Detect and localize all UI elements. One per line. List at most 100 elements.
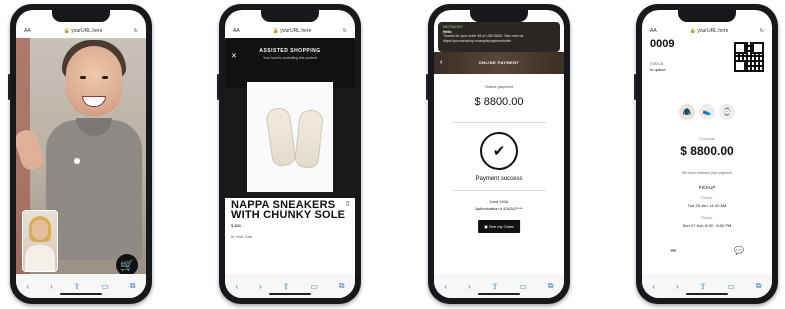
bookmarks-icon[interactable]: ▭ bbox=[101, 282, 109, 291]
bag-icon[interactable]: ▯ bbox=[346, 200, 349, 207]
phone-online-payment: MESSAGES Hello Thanks for your order #9 … bbox=[426, 4, 570, 304]
see-my-order-button[interactable]: ▣ See my Order bbox=[478, 220, 520, 233]
host-shirt bbox=[46, 120, 142, 260]
tabs-icon[interactable]: ⧉ bbox=[339, 281, 345, 291]
notch bbox=[261, 10, 319, 22]
product-price: $ 880 bbox=[231, 223, 242, 228]
phone-assisted-shopping: AA 🔒 yourURL.here ↻ ✕ ASSISTED SHOPPING … bbox=[217, 4, 361, 304]
status-value: In queue bbox=[650, 67, 666, 72]
self-face bbox=[32, 220, 48, 240]
forward-icon[interactable]: › bbox=[259, 282, 262, 291]
bookmarks-icon[interactable]: ▭ bbox=[519, 282, 527, 291]
pickup-tag: PICKUP bbox=[698, 185, 716, 190]
product-thumbnails: 🧥 👟 ⌚ bbox=[642, 104, 772, 120]
order-actions: ➦ 💬 bbox=[670, 246, 744, 255]
product-thumb[interactable]: 👟 bbox=[699, 104, 715, 120]
card-type: Card VISA bbox=[489, 199, 509, 204]
address-bar[interactable]: AA 🔒 yourURL.here ↻ bbox=[225, 24, 355, 38]
pointer-dot bbox=[74, 158, 80, 164]
home-indicator bbox=[269, 293, 311, 295]
notch bbox=[678, 10, 736, 22]
order-date: Tue 25 Jun, 11:52 AM bbox=[687, 203, 727, 208]
text-size-button[interactable]: AA bbox=[233, 28, 247, 34]
address-bar[interactable]: AA 🔒 yourURL.here ↻ bbox=[642, 24, 772, 38]
reload-icon[interactable]: ↻ bbox=[128, 28, 138, 34]
payment-amount: $ 8800.00 bbox=[474, 96, 524, 108]
payment-success-text: Payment success bbox=[475, 176, 523, 182]
phone-order-status: AA 🔒 yourURL.here ↻ 0009 STATUS In queue… bbox=[634, 4, 778, 304]
qr-code bbox=[734, 42, 764, 72]
screen: AA 🔒 yourURL.here ↻ ✕ ASSISTED SHOPPING … bbox=[225, 10, 355, 298]
payment-note: We have received your payment bbox=[681, 171, 733, 175]
share-icon[interactable]: ⇪ bbox=[700, 282, 707, 291]
url-text[interactable]: 🔒 yourURL.here bbox=[38, 28, 128, 34]
share-icon[interactable]: ⇪ bbox=[492, 282, 499, 291]
qr-corner bbox=[734, 60, 746, 72]
screen: AA 🔒 yourURL.here ↻ 🛒 ‹ › ⇪ ▭ ⧉ bbox=[16, 10, 146, 298]
self-body bbox=[25, 245, 55, 271]
cart-hint: In Your Cart bbox=[231, 234, 253, 239]
payment-subtitle: Online payment bbox=[484, 84, 513, 89]
card-info: Card VISA Authorization # 434242**** bbox=[434, 198, 564, 212]
share-icon[interactable]: ⇪ bbox=[283, 282, 290, 291]
url-text[interactable]: 🔒 yourURL.here bbox=[664, 28, 754, 34]
phone-video-call: AA 🔒 yourURL.here ↻ 🛒 ‹ › ⇪ ▭ ⧉ bbox=[8, 4, 152, 304]
qr-corner bbox=[734, 42, 746, 54]
checkmark-icon: ✔ bbox=[480, 132, 518, 170]
url-value: yourURL.here bbox=[280, 28, 312, 34]
share-arrow-icon[interactable]: ➦ bbox=[670, 246, 677, 255]
tabs-icon[interactable]: ⧉ bbox=[130, 281, 136, 291]
forward-icon[interactable]: › bbox=[468, 282, 471, 291]
pickup-label: Pickup: bbox=[701, 216, 713, 220]
tabs-icon[interactable]: ⧉ bbox=[548, 281, 554, 291]
reload-icon[interactable]: ↻ bbox=[337, 28, 347, 34]
notification-text: Thanks for your order #9 of USD 8800. Se… bbox=[443, 34, 524, 43]
product-info: NAPPA SNEAKERS WITH CHUNKY SOLE $ 880 In… bbox=[231, 200, 349, 240]
assisted-subtitle: Your host is controlling this content bbox=[263, 56, 317, 60]
bookmarks-icon[interactable]: ▭ bbox=[727, 282, 735, 291]
back-arrow-icon[interactable]: ‹ bbox=[440, 52, 443, 74]
divider bbox=[452, 190, 546, 191]
product-thumb[interactable]: ⌚ bbox=[719, 104, 735, 120]
url-text[interactable]: 🔒 yourURL.here bbox=[247, 28, 337, 34]
assisted-title: ASSISTED SHOPPING bbox=[259, 48, 321, 54]
product-image[interactable] bbox=[247, 82, 333, 192]
divider bbox=[452, 122, 546, 123]
address-bar[interactable]: AA 🔒 yourURL.here ↻ bbox=[16, 24, 146, 38]
forward-icon[interactable]: › bbox=[676, 282, 679, 291]
text-size-button[interactable]: AA bbox=[650, 28, 664, 34]
reload-icon[interactable]: ↻ bbox=[754, 28, 764, 34]
cart-icon[interactable]: 🛒 bbox=[116, 254, 138, 276]
notch bbox=[470, 10, 528, 22]
forward-icon[interactable]: › bbox=[50, 282, 53, 291]
notch bbox=[52, 10, 110, 22]
payment-header: ‹ ONLINE PAYMENT bbox=[434, 52, 564, 74]
bookmarks-icon[interactable]: ▭ bbox=[310, 282, 318, 291]
chat-icon[interactable]: 💬 bbox=[734, 246, 744, 255]
order-number: 0009 bbox=[650, 38, 675, 50]
shoe-right bbox=[294, 108, 324, 170]
close-icon[interactable]: ✕ bbox=[231, 52, 237, 60]
authorization-number: Authorization # 434242**** bbox=[475, 206, 523, 211]
see-order-label: See my Order bbox=[488, 224, 514, 229]
host-eye-left bbox=[80, 76, 86, 79]
home-indicator bbox=[478, 293, 520, 295]
back-icon[interactable]: ‹ bbox=[444, 282, 447, 291]
shoe-left bbox=[265, 106, 297, 168]
message-notification[interactable]: MESSAGES Hello Thanks for your order #9 … bbox=[438, 22, 560, 52]
tabs-icon[interactable]: ⧉ bbox=[756, 281, 762, 291]
text-size-button[interactable]: AA bbox=[24, 28, 38, 34]
back-icon[interactable]: ‹ bbox=[652, 282, 655, 291]
back-icon[interactable]: ‹ bbox=[235, 282, 238, 291]
back-icon[interactable]: ‹ bbox=[26, 282, 29, 291]
order-amount: $ 8800.00 bbox=[680, 144, 734, 158]
home-indicator bbox=[686, 293, 728, 295]
status-label: STATUS bbox=[650, 62, 664, 66]
share-icon[interactable]: ⇪ bbox=[74, 282, 81, 291]
home-indicator bbox=[60, 293, 102, 295]
date-label: Pickup: bbox=[701, 196, 713, 200]
assisted-header: ✕ ASSISTED SHOPPING Your host is control… bbox=[225, 38, 355, 88]
pickup-window: Sun 27 Jun, 6:00 - 6:00 PM bbox=[682, 223, 732, 228]
self-view-video[interactable] bbox=[22, 210, 58, 272]
product-thumb[interactable]: 🧥 bbox=[679, 104, 695, 120]
